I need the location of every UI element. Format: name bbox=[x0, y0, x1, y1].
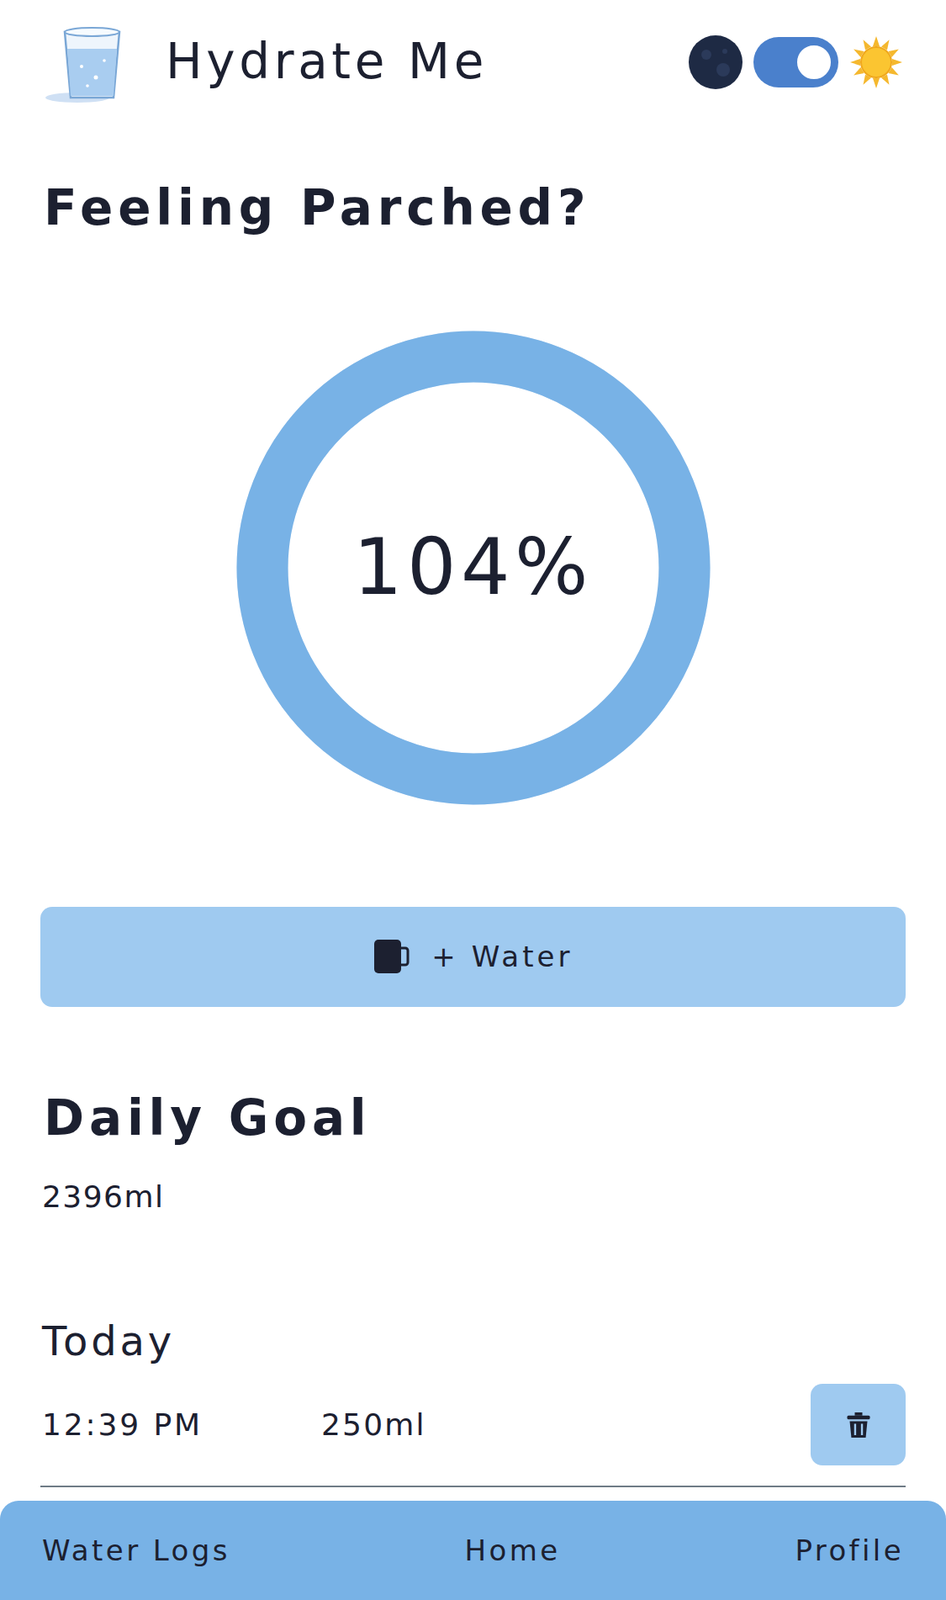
nav-item[interactable]: Profile bbox=[794, 1532, 904, 1567]
mug-icon bbox=[372, 935, 410, 977]
theme-toggle-group bbox=[687, 34, 904, 90]
daily-goal-title: Daily Goal bbox=[43, 1088, 946, 1148]
toggle-knob bbox=[794, 42, 834, 82]
entry-amount: 250ml bbox=[321, 1406, 427, 1442]
delete-button[interactable] bbox=[810, 1383, 906, 1465]
trash-icon bbox=[843, 1409, 874, 1440]
app-title: Hydrate Me bbox=[165, 32, 488, 92]
progress-reading: 104% bbox=[236, 330, 711, 805]
entry-divider bbox=[40, 1485, 906, 1487]
header: Hydrate Me bbox=[0, 0, 946, 105]
progress-ring: 104% bbox=[236, 330, 711, 805]
nav-item[interactable]: Water Logs bbox=[42, 1532, 231, 1567]
moon-icon bbox=[687, 34, 744, 90]
bottom-nav: Water Logs Home Profile bbox=[0, 1500, 946, 1600]
today-title: Today bbox=[42, 1315, 946, 1366]
entry-time: 12:39 PM bbox=[42, 1406, 322, 1442]
add-water-label: + Water bbox=[431, 939, 573, 973]
water-glass-icon bbox=[43, 20, 141, 105]
add-water-button[interactable]: + Water bbox=[40, 906, 906, 1007]
log-entry: 12:39 PM 250ml bbox=[42, 1383, 906, 1465]
sun-icon bbox=[848, 34, 904, 90]
prompt-heading: Feeling Parched? bbox=[43, 179, 946, 238]
daily-goal-value: 2396ml bbox=[42, 1177, 946, 1216]
theme-toggle[interactable] bbox=[753, 36, 839, 88]
hydrate-page: Hydrate Me Feeling Parched? 104% + Water… bbox=[0, 0, 946, 1600]
nav-item[interactable]: Home bbox=[465, 1532, 561, 1567]
